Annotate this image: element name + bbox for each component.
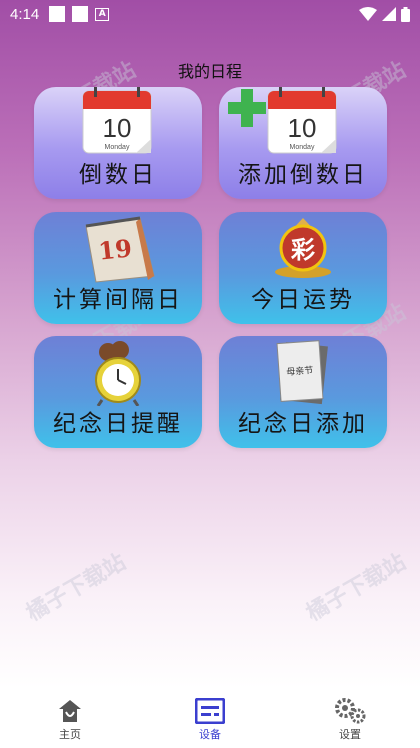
nav-home-label: 主页 — [59, 728, 81, 741]
add-countdown-label: 添加倒数日 — [238, 162, 368, 188]
countdown-tile[interactable]: 10 Monday 倒数日 — [34, 87, 202, 199]
interval-calc-tile[interactable]: 19 计算间隔日 — [34, 212, 202, 324]
wifi-icon — [359, 7, 377, 21]
bottom-nav: 主页 设备 设置 — [0, 688, 420, 748]
anniversary-add-tile[interactable]: 母亲节 纪念日添加 — [219, 336, 387, 448]
countdown-label: 倒数日 — [79, 162, 157, 188]
daily-fortune-label: 今日运势 — [251, 287, 355, 313]
page-title: 我的日程 — [177, 62, 242, 81]
settings-gear-icon — [335, 698, 366, 724]
device-icon — [195, 698, 225, 724]
calendar-weekday-text: Monday — [105, 144, 130, 151]
anniversary-add-label: 纪念日添加 — [238, 411, 368, 437]
nav-home[interactable]: 主页 — [0, 688, 140, 748]
home-icon — [59, 700, 81, 722]
add-countdown-tile[interactable]: 10 Monday 添加倒数日 — [219, 87, 387, 199]
signal-icon — [382, 7, 396, 21]
interval-calc-label: 计算间隔日 — [53, 287, 183, 313]
calendar-day-text: 10 — [103, 113, 132, 143]
add-calendar-icon: 10 Monday — [228, 87, 337, 154]
notification-a-icon: A — [95, 7, 110, 21]
nav-device-label: 设备 — [199, 728, 221, 741]
anniversary-reminder-tile[interactable]: 纪念日提醒 — [34, 336, 202, 448]
watermark: 橘子下载站 — [302, 549, 411, 627]
lottery-text: 彩 — [290, 236, 315, 264]
desk-calendar-icon: 19 — [85, 216, 155, 283]
nav-device[interactable]: 设备 — [140, 688, 280, 748]
calendar-day-text: 10 — [288, 113, 317, 143]
watermark: 橘子下载站 — [22, 549, 131, 627]
status-time: 4:14 — [10, 5, 40, 23]
calendar-day-text: 19 — [97, 233, 133, 265]
lottery-icon: 彩 — [275, 218, 331, 278]
calendar-weekday-text: Monday — [290, 144, 315, 151]
calendar-icon: 10 Monday — [82, 87, 152, 154]
status-bar: 4:14 A — [0, 0, 420, 28]
anniversary-reminder-label: 纪念日提醒 — [53, 411, 183, 437]
notification-icon — [49, 6, 66, 22]
alarm-clock-icon — [95, 341, 141, 406]
notification-icon — [72, 6, 89, 22]
battery-icon — [401, 6, 410, 22]
nav-settings-label: 设置 — [339, 728, 361, 741]
notebook-icon: 母亲节 — [276, 340, 328, 405]
daily-fortune-tile[interactable]: 彩 今日运势 — [219, 212, 387, 324]
nav-settings[interactable]: 设置 — [280, 688, 420, 748]
